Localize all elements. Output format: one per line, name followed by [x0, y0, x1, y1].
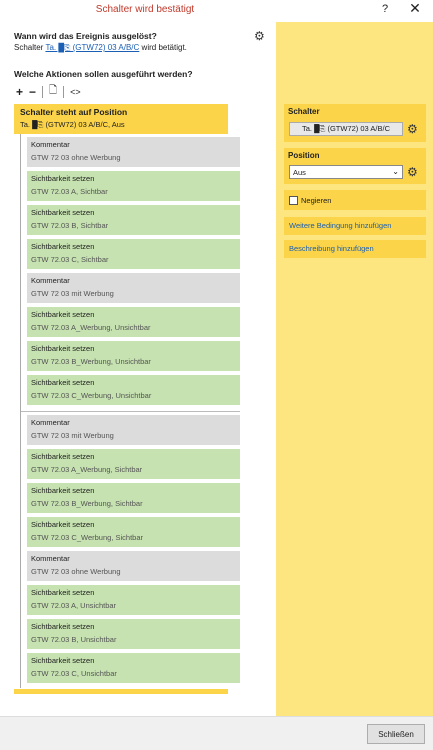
action-title: Kommentar — [31, 554, 70, 563]
action-title: Sichtbarkeit setzen — [31, 208, 95, 217]
visibility-action[interactable]: Sichtbarkeit setzen GTW 72.03 C_Werbung, … — [27, 375, 240, 405]
comment-action[interactable]: Kommentar GTW 72 03 mit Werbung — [27, 415, 240, 445]
action-detail: GTW 72.03 C_Werbung, Unsichtbar — [31, 391, 152, 400]
close-icon[interactable]: ✕ — [405, 0, 425, 17]
visibility-action[interactable]: Sichtbarkeit setzen GTW 72.03 A, Sichtbar — [27, 171, 240, 201]
event-question: Wann wird das Ereignis ausgelöst? — [14, 31, 157, 41]
nesting-line — [20, 411, 21, 688]
action-detail: GTW 72.03 B_Werbung, Unsichtbar — [31, 357, 151, 366]
action-detail: GTW 72 03 ohne Werbung — [31, 153, 121, 162]
actions-toolbar: + − 🗋 <> — [16, 83, 81, 100]
add-icon[interactable]: + — [16, 85, 23, 99]
footer-bar: Schließen — [0, 716, 433, 750]
action-title: Kommentar — [31, 276, 70, 285]
position-label: Position — [288, 151, 320, 160]
action-title: Sichtbarkeit setzen — [31, 174, 95, 183]
switch-select-button[interactable]: Ta. █⎘ (GTW72) 03 A/B/C — [289, 122, 403, 136]
actions-pane: Wann wird das Ereignis ausgelöst? Schalt… — [0, 22, 276, 716]
action-detail: GTW 72.03 B, Unsichtbar — [31, 635, 117, 644]
toolbar-separator — [63, 85, 65, 98]
action-detail: GTW 72 03 mit Werbung — [31, 431, 114, 440]
position-value: Aus — [293, 168, 306, 177]
visibility-action[interactable]: Sichtbarkeit setzen GTW 72.03 C_Werbung, … — [27, 517, 240, 547]
document-icon[interactable]: 🗋 — [49, 83, 57, 100]
close-button[interactable]: Schließen — [367, 724, 425, 744]
visibility-action[interactable]: Sichtbarkeit setzen GTW 72.03 C, Sichtbar — [27, 239, 240, 269]
action-title: Sichtbarkeit setzen — [31, 486, 95, 495]
action-title: Sichtbarkeit setzen — [31, 588, 95, 597]
negate-label: Negieren — [301, 196, 332, 205]
comment-action[interactable]: Kommentar GTW 72 03 ohne Werbung — [27, 137, 240, 167]
actions-heading: Welche Aktionen sollen ausgeführt werden… — [14, 69, 193, 79]
switch-link[interactable]: Ta. █⎘ (GTW72) 03 A/B/C — [45, 43, 139, 52]
action-detail: GTW 72.03 A_Werbung, Unsichtbar — [31, 323, 151, 332]
add-condition-link[interactable]: Weitere Bedingung hinzufügen — [289, 221, 391, 230]
toolbar-separator — [42, 85, 44, 98]
properties-panel: Schalter Ta. █⎘ (GTW72) 03 A/B/C ⚙ Posit… — [276, 22, 433, 716]
chevron-down-icon: ⌄ — [392, 167, 399, 176]
switch-label: Schalter — [288, 107, 320, 116]
comment-action[interactable]: Kommentar GTW 72 03 mit Werbung — [27, 273, 240, 303]
visibility-action[interactable]: Sichtbarkeit setzen GTW 72.03 C, Unsichtb… — [27, 653, 240, 683]
event-suffix: wird betätigt. — [141, 43, 187, 52]
code-icon[interactable]: <> — [70, 87, 81, 97]
action-detail: GTW 72.03 B_Werbung, Sichtbar — [31, 499, 143, 508]
visibility-action[interactable]: Sichtbarkeit setzen GTW 72.03 B, Sichtbar — [27, 205, 240, 235]
gear-icon[interactable]: ⚙ — [407, 166, 418, 178]
action-title: Kommentar — [31, 418, 70, 427]
window-title: Schalter wird bestätigt — [95, 4, 195, 15]
action-title: Sichtbarkeit setzen — [31, 378, 95, 387]
event-prefix: Schalter — [14, 43, 44, 52]
action-title: Sichtbarkeit setzen — [31, 520, 95, 529]
trigger-title: Schalter steht auf Position — [20, 107, 128, 117]
help-button[interactable]: ? — [378, 3, 392, 15]
action-detail: GTW 72 03 mit Werbung — [31, 289, 114, 298]
gear-icon[interactable]: ⚙ — [407, 123, 418, 135]
action-title: Sichtbarkeit setzen — [31, 344, 95, 353]
action-title: Sichtbarkeit setzen — [31, 622, 95, 631]
trigger-footer — [14, 689, 228, 694]
action-title: Sichtbarkeit setzen — [31, 452, 95, 461]
action-detail: GTW 72.03 C_Werbung, Sichtbar — [31, 533, 143, 542]
action-title: Sichtbarkeit setzen — [31, 242, 95, 251]
action-detail: GTW 72 03 ohne Werbung — [31, 567, 121, 576]
visibility-action[interactable]: Sichtbarkeit setzen GTW 72.03 A_Werbung, … — [27, 449, 240, 479]
action-title: Sichtbarkeit setzen — [31, 656, 95, 665]
action-detail: GTW 72.03 C, Sichtbar — [31, 255, 109, 264]
nesting-line — [20, 134, 21, 411]
title-bar: Schalter wird bestätigt ? ✕ — [0, 0, 433, 22]
add-description-link[interactable]: Beschreibung hinzufügen — [289, 244, 374, 253]
action-detail: GTW 72.03 A, Unsichtbar — [31, 601, 117, 610]
visibility-action[interactable]: Sichtbarkeit setzen GTW 72.03 A_Werbung, … — [27, 307, 240, 337]
visibility-action[interactable]: Sichtbarkeit setzen GTW 72.03 A, Unsichtb… — [27, 585, 240, 615]
trigger-block[interactable]: Schalter steht auf Position Ta. █⎘ (GTW7… — [14, 104, 228, 134]
action-detail: GTW 72.03 C, Unsichtbar — [31, 669, 117, 678]
gear-icon[interactable]: ⚙ — [254, 30, 265, 42]
visibility-action[interactable]: Sichtbarkeit setzen GTW 72.03 B_Werbung, … — [27, 341, 240, 371]
action-detail: GTW 72.03 A_Werbung, Sichtbar — [31, 465, 143, 474]
position-dropdown[interactable]: Aus ⌄ — [289, 165, 403, 179]
action-title: Kommentar — [31, 140, 70, 149]
visibility-action[interactable]: Sichtbarkeit setzen GTW 72.03 B_Werbung, … — [27, 483, 240, 513]
remove-icon[interactable]: − — [29, 85, 36, 99]
event-description: Schalter Ta. █⎘ (GTW72) 03 A/B/C wird be… — [14, 43, 187, 53]
action-title: Sichtbarkeit setzen — [31, 310, 95, 319]
action-detail: GTW 72.03 A, Sichtbar — [31, 187, 108, 196]
visibility-action[interactable]: Sichtbarkeit setzen GTW 72.03 B, Unsichtb… — [27, 619, 240, 649]
action-detail: GTW 72.03 B, Sichtbar — [31, 221, 109, 230]
trigger-detail: Ta. █⎘ (GTW72) 03 A/B/C, Aus — [20, 120, 125, 129]
negate-checkbox[interactable] — [289, 196, 298, 205]
comment-action[interactable]: Kommentar GTW 72 03 ohne Werbung — [27, 551, 240, 581]
group-divider — [20, 411, 240, 412]
